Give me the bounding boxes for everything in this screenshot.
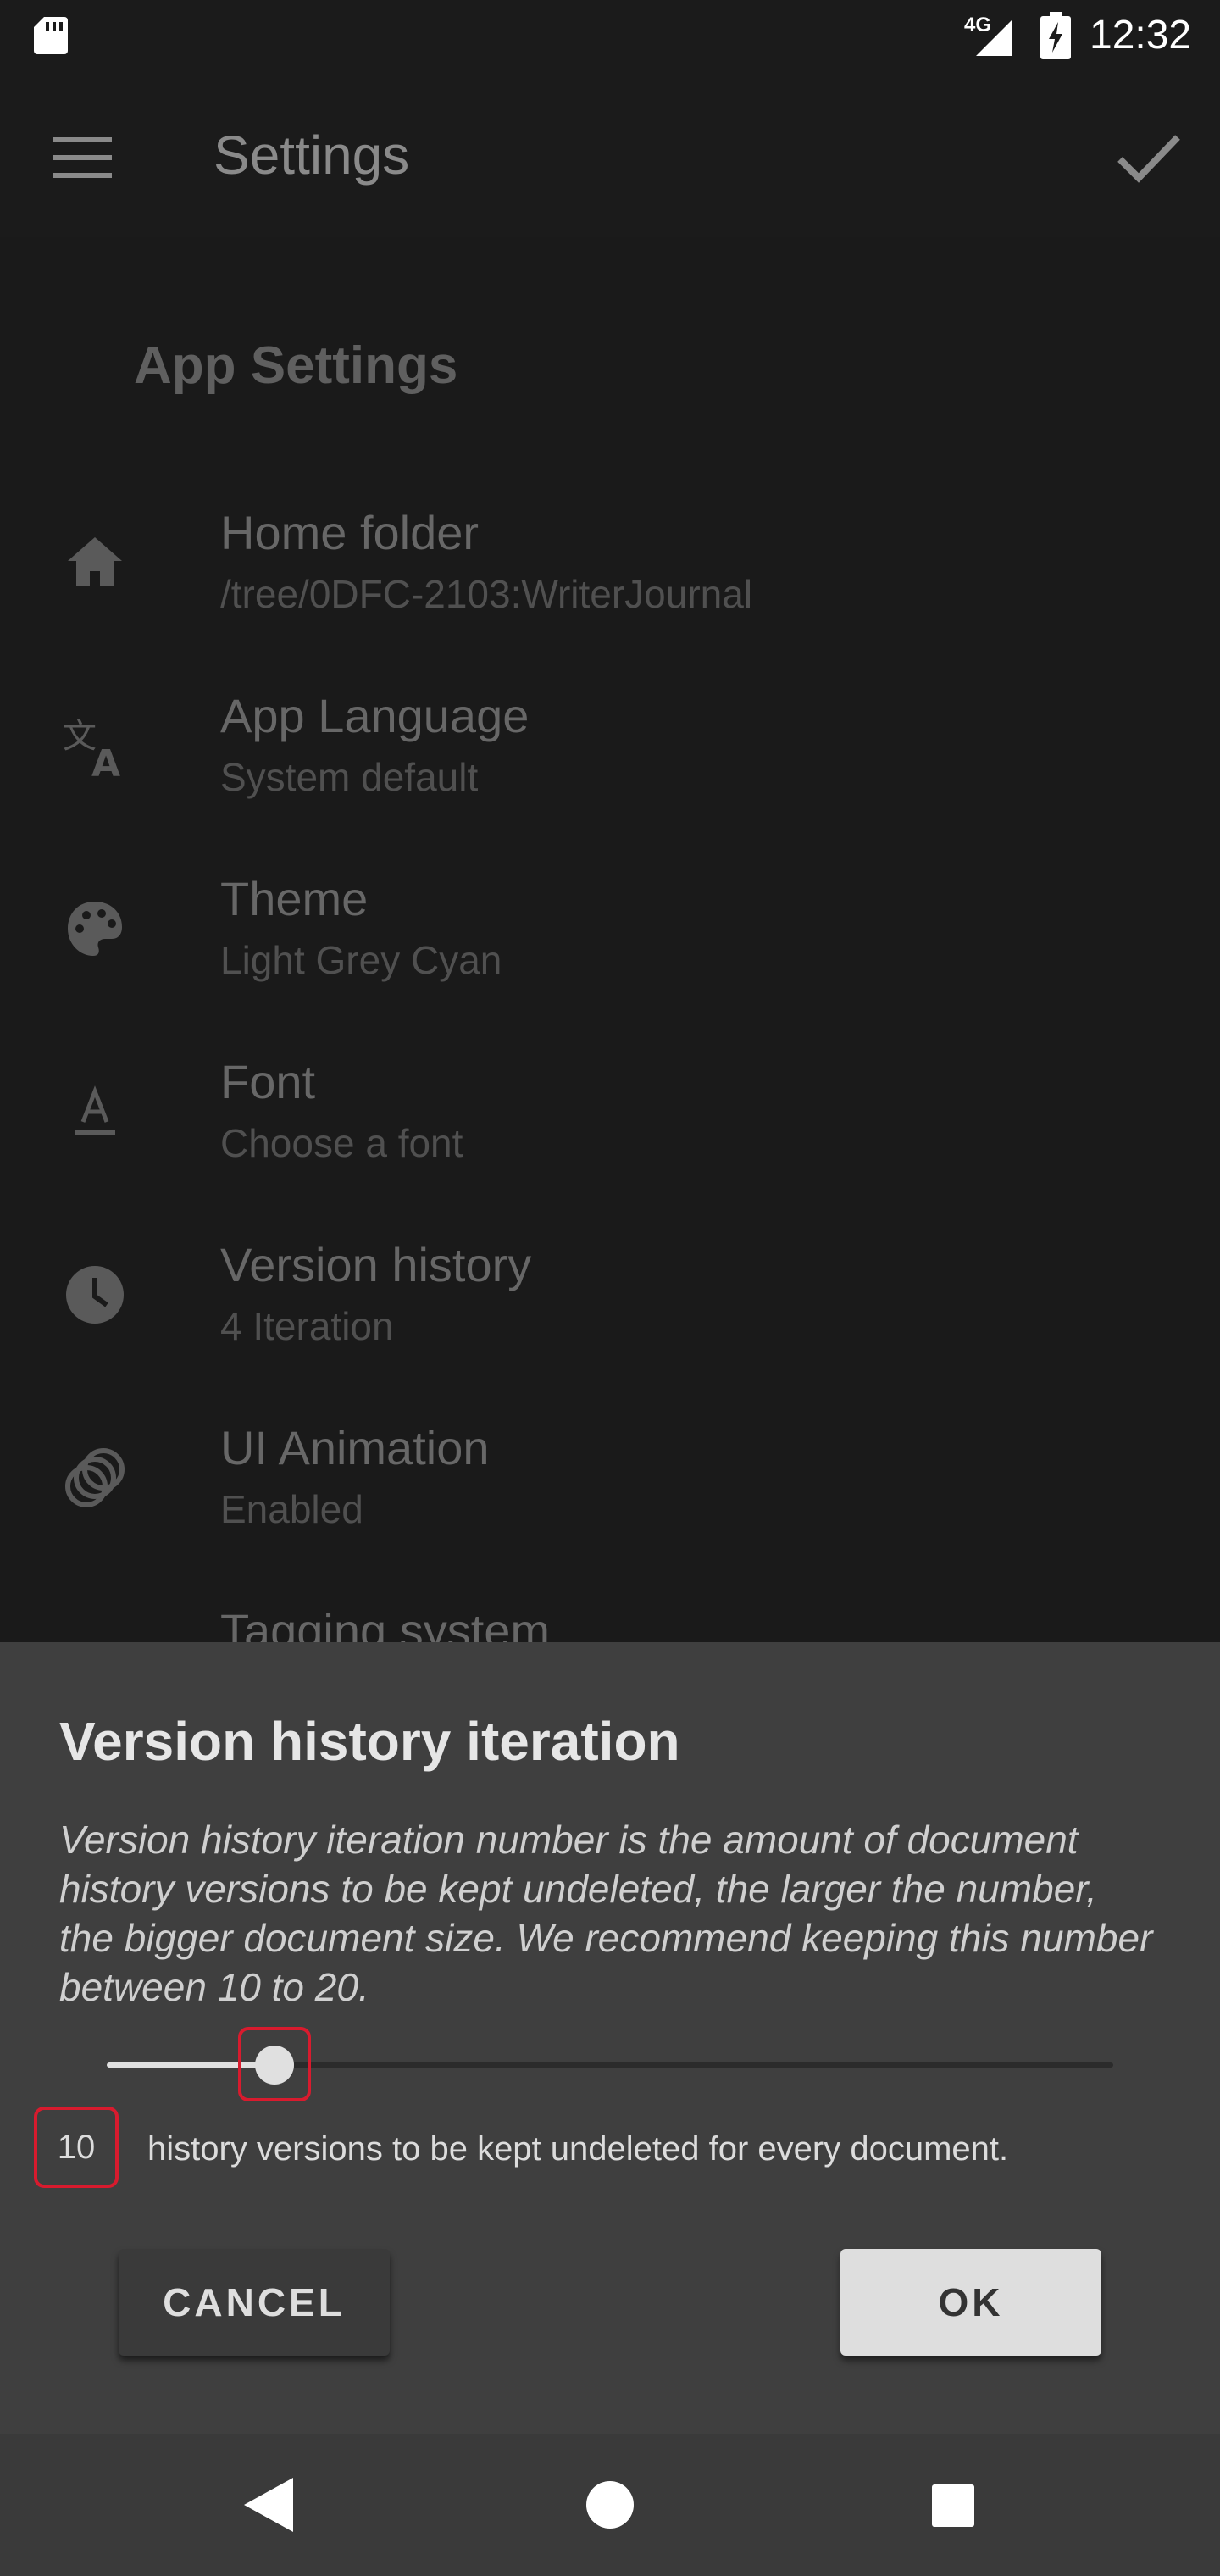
section-title: App Settings	[134, 336, 458, 395]
setting-title: Tagging system	[220, 1604, 551, 1644]
setting-ui-animation[interactable]: UI Animation Enabled	[0, 1380, 1220, 1561]
recents-icon[interactable]	[930, 2483, 976, 2529]
setting-version-history[interactable]: Version history 4 Iteration	[0, 1196, 1220, 1378]
iteration-value: 10	[57, 2128, 96, 2166]
setting-subtitle: Light Grey Cyan	[220, 938, 502, 982]
translate-icon: 文 A	[63, 717, 120, 780]
setting-tagging-system[interactable]: Tagging system	[0, 1563, 1220, 1644]
version-history-dialog: Version history iteration Version histor…	[0, 1642, 1220, 2434]
svg-text:A: A	[92, 742, 120, 780]
palette-icon	[68, 902, 122, 956]
setting-title: Theme	[220, 872, 369, 925]
setting-title: App Language	[220, 689, 530, 742]
setting-title: Version history	[220, 1238, 532, 1291]
setting-theme[interactable]: Theme Light Grey Cyan	[0, 830, 1220, 1012]
clock-icon	[66, 1266, 124, 1324]
check-icon[interactable]	[1115, 129, 1183, 188]
dialog-description: Version history iteration number is the …	[59, 1818, 1153, 2009]
tag-icon	[61, 1627, 129, 1644]
menu-icon[interactable]	[53, 137, 112, 178]
navigation-bar	[0, 2434, 1220, 2576]
home-icon	[68, 537, 122, 586]
iteration-value-box: 10	[34, 2107, 119, 2188]
setting-app-language[interactable]: 文 A App Language System default	[0, 647, 1220, 829]
cancel-button[interactable]: CANCEL	[119, 2249, 390, 2356]
signal-icon	[976, 20, 1012, 56]
cancel-label: CANCEL	[163, 2280, 346, 2324]
setting-subtitle: /tree/0DFC-2103:WriterJournal	[220, 572, 753, 616]
setting-subtitle: System default	[220, 755, 479, 799]
setting-subtitle: 4 Iteration	[220, 1304, 394, 1348]
setting-title: UI Animation	[220, 1421, 490, 1474]
ok-label: OK	[938, 2280, 1004, 2324]
battery-charging-icon	[1040, 12, 1071, 59]
dialog-title: Version history iteration	[59, 1711, 680, 1772]
font-icon	[75, 1085, 115, 1135]
animation-icon	[65, 1448, 125, 1507]
slider-thumb-highlight	[238, 2027, 312, 2101]
home-circle-icon[interactable]	[585, 2479, 635, 2530]
setting-title: Font	[220, 1055, 316, 1108]
app-bar: Settings	[0, 73, 1220, 237]
setting-subtitle: Enabled	[220, 1487, 363, 1531]
page-title: Settings	[214, 125, 410, 186]
setting-home-folder[interactable]: Home folder /tree/0DFC-2103:WriterJourna…	[0, 464, 1220, 646]
setting-subtitle: Choose a font	[220, 1121, 463, 1165]
status-bar: 4G 12:32	[0, 0, 1220, 73]
back-icon[interactable]	[241, 2474, 295, 2535]
ok-button[interactable]: OK	[840, 2249, 1101, 2356]
clock: 12:32	[1090, 13, 1192, 58]
settings-list: App Settings Home folder /tree/0DFC-2103…	[0, 237, 1220, 1644]
iteration-value-label: history versions to be kept undeleted fo…	[147, 2130, 1009, 2168]
setting-title: Home folder	[220, 506, 480, 559]
sd-card-icon	[34, 17, 68, 54]
setting-font[interactable]: Font Choose a font	[0, 1013, 1220, 1195]
